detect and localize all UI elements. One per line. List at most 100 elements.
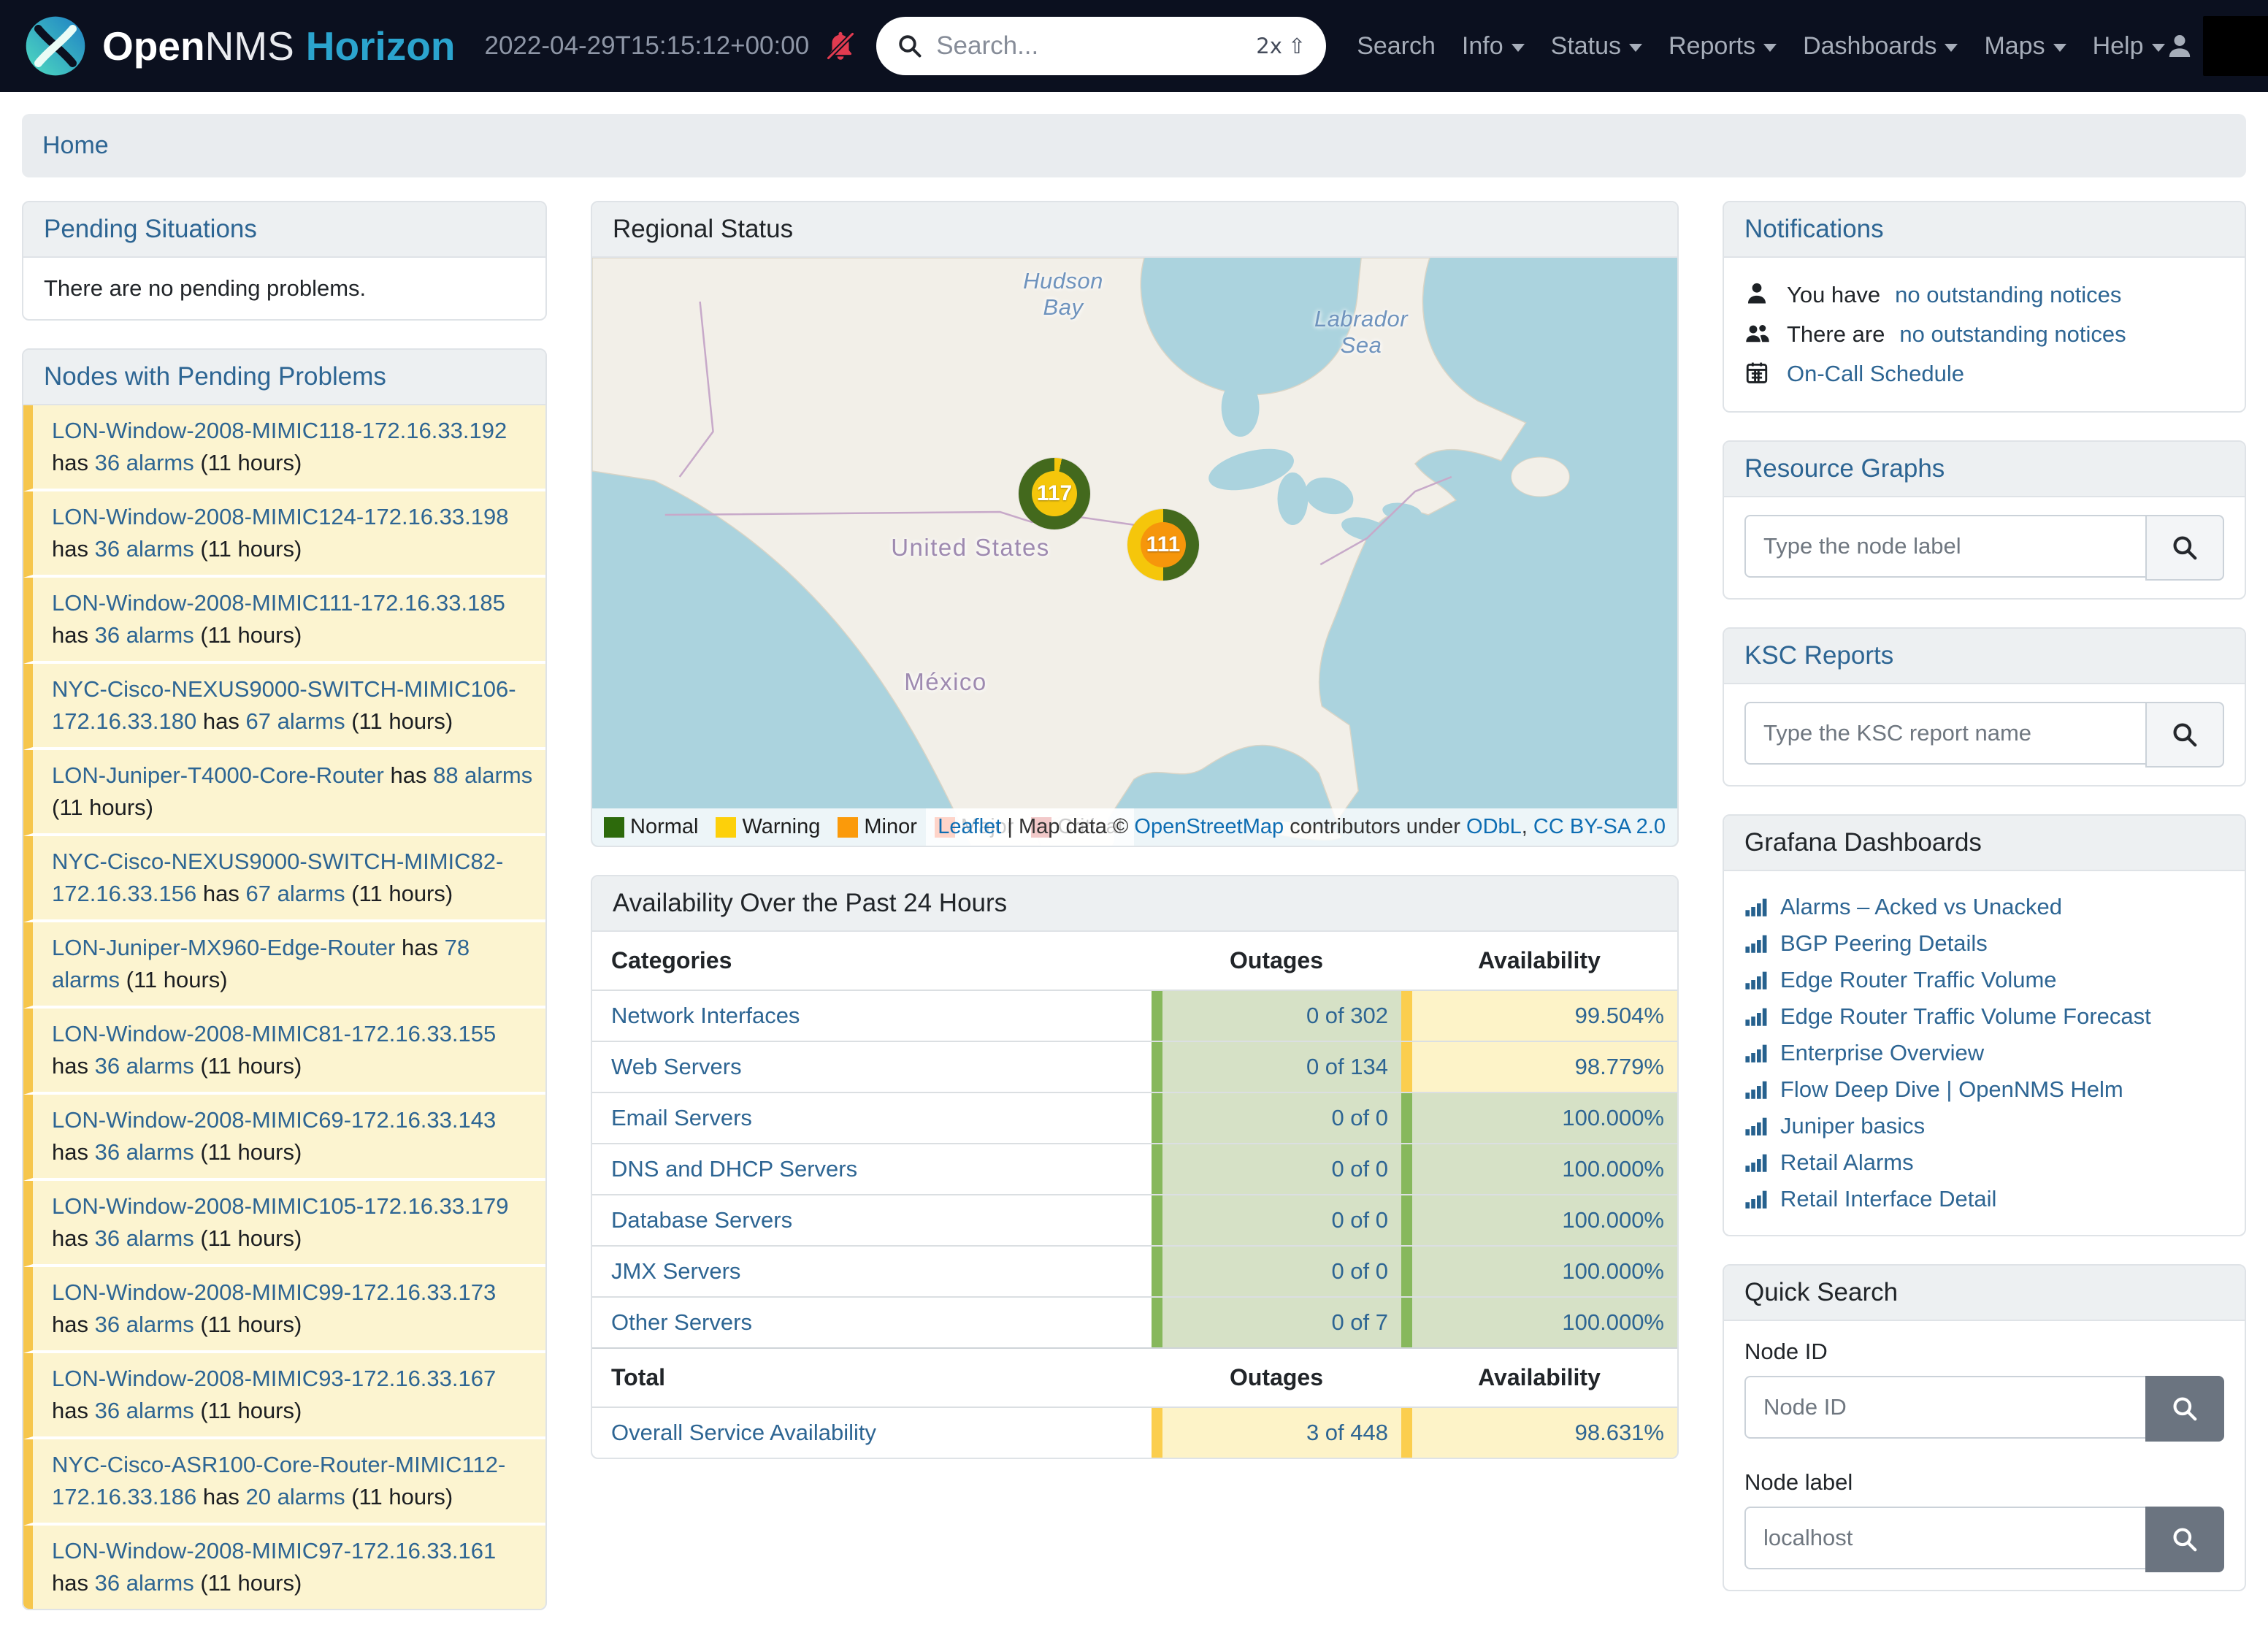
pending-node-item: LON-Juniper-T4000-Core-Router has 88 ala… bbox=[23, 750, 545, 836]
map-cluster-marker[interactable]: 111 bbox=[1127, 509, 1199, 581]
navbar-menu-item[interactable]: Reports bbox=[1669, 32, 1777, 61]
all-notices-link[interactable]: no outstanding notices bbox=[1899, 321, 2126, 348]
bell-slash-icon[interactable] bbox=[824, 29, 857, 63]
node-link[interactable]: LON-Window-2008-MIMIC97-172.16.33.161 bbox=[52, 1538, 496, 1564]
regional-status-map[interactable]: Hudson Bay Labrador Sea United States Mé… bbox=[592, 258, 1677, 846]
node-link[interactable]: LON-Window-2008-MIMIC124-172.16.33.198 bbox=[52, 504, 508, 529]
grafana-dashboard-link[interactable]: Flow Deep Dive | OpenNMS Helm bbox=[1780, 1076, 2123, 1103]
navbar-menu-item[interactable]: Help bbox=[2093, 32, 2165, 61]
alarms-link[interactable]: 67 alarms bbox=[245, 881, 345, 906]
alarms-link[interactable]: 36 alarms bbox=[95, 450, 194, 475]
your-notices-link[interactable]: no outstanding notices bbox=[1895, 282, 2121, 308]
chevron-down-icon bbox=[1945, 44, 1958, 52]
leaflet-link[interactable]: Leaflet bbox=[938, 815, 1001, 838]
ccbysa-link[interactable]: CC BY-SA 2.0 bbox=[1533, 815, 1666, 838]
pending-situations-empty: There are no pending problems. bbox=[23, 258, 545, 319]
grafana-dashboard-link[interactable]: Edge Router Traffic Volume bbox=[1780, 967, 2057, 993]
pending-node-item: NYC-Cisco-ASR100-Core-Router-MIMIC112-17… bbox=[23, 1439, 545, 1526]
node-link[interactable]: LON-Juniper-T4000-Core-Router bbox=[52, 762, 384, 788]
alarms-link[interactable]: 36 alarms bbox=[95, 1312, 194, 1337]
node-link[interactable]: LON-Window-2008-MIMIC81-172.16.33.155 bbox=[52, 1021, 496, 1046]
navbar-menu-item[interactable]: Info bbox=[1462, 32, 1525, 61]
table-row: Network Interfaces 0 of 302 99.504% bbox=[592, 990, 1677, 1041]
pending-nodes-title[interactable]: Nodes with Pending Problems bbox=[44, 362, 386, 391]
map-cluster-marker[interactable]: 117 bbox=[1019, 458, 1090, 529]
grafana-dashboard-item: Enterprise Overview bbox=[1744, 1035, 2224, 1071]
node-link[interactable]: LON-Juniper-MX960-Edge-Router bbox=[52, 935, 395, 960]
category-link[interactable]: Network Interfaces bbox=[611, 1003, 800, 1029]
bar-chart-icon bbox=[1744, 1004, 1769, 1029]
grafana-dashboard-link[interactable]: BGP Peering Details bbox=[1780, 930, 1988, 957]
ksc-reports-input[interactable] bbox=[1744, 702, 2145, 765]
outages-value: 0 of 302 bbox=[1152, 991, 1401, 1041]
alarms-link[interactable]: 36 alarms bbox=[95, 1398, 194, 1423]
username-redacted[interactable] bbox=[2203, 16, 2268, 76]
grafana-dashboard-item: Flow Deep Dive | OpenNMS Helm bbox=[1744, 1071, 2224, 1108]
breadcrumb-home-link[interactable]: Home bbox=[42, 131, 109, 159]
grafana-dashboard-link[interactable]: Edge Router Traffic Volume Forecast bbox=[1780, 1003, 2151, 1030]
node-link[interactable]: LON-Window-2008-MIMIC105-172.16.33.179 bbox=[52, 1193, 508, 1219]
alarms-link[interactable]: 20 alarms bbox=[245, 1484, 345, 1509]
grafana-dashboards-panel: Grafana Dashboards Alarms – Acked vs Una… bbox=[1723, 814, 2246, 1236]
notifications-title[interactable]: Notifications bbox=[1744, 215, 1884, 243]
osm-link[interactable]: OpenStreetMap bbox=[1134, 815, 1284, 838]
overall-availability-link[interactable]: Overall Service Availability bbox=[611, 1420, 876, 1446]
node-link[interactable]: LON-Window-2008-MIMIC118-172.16.33.192 bbox=[52, 418, 507, 443]
alarms-link[interactable]: 88 alarms bbox=[433, 762, 532, 788]
ksc-reports-search-button[interactable] bbox=[2145, 702, 2224, 768]
resource-graphs-search-button[interactable] bbox=[2145, 515, 2224, 581]
alarms-link[interactable]: 67 alarms bbox=[245, 708, 345, 734]
category-link[interactable]: Email Servers bbox=[611, 1105, 752, 1131]
user-zone: 0 0 + ⚙ ⚙ ⚙ bbox=[2165, 15, 2268, 77]
table-row-total: Overall Service Availability 3 of 448 98… bbox=[592, 1407, 1677, 1458]
availability-value: 100.000% bbox=[1401, 1144, 1677, 1194]
alarms-link[interactable]: 36 alarms bbox=[95, 1570, 194, 1596]
node-id-label: Node ID bbox=[1744, 1339, 2224, 1365]
resource-graphs-title[interactable]: Resource Graphs bbox=[1744, 454, 1945, 483]
pending-situations-title[interactable]: Pending Situations bbox=[44, 215, 257, 243]
global-search[interactable]: Search... 2x⇧ bbox=[876, 17, 1326, 75]
brand-logo[interactable]: OpenNMSHorizon bbox=[25, 15, 456, 77]
node-id-input[interactable] bbox=[1744, 1376, 2145, 1439]
category-link[interactable]: Other Servers bbox=[611, 1309, 752, 1336]
category-link[interactable]: JMX Servers bbox=[611, 1258, 740, 1285]
alarms-link[interactable]: 36 alarms bbox=[95, 622, 194, 648]
node-label-search-button[interactable] bbox=[2145, 1507, 2224, 1572]
node-label-input[interactable] bbox=[1744, 1507, 2145, 1569]
total-header-availability: Availability bbox=[1401, 1349, 1677, 1407]
quick-search-title: Quick Search bbox=[1724, 1266, 2245, 1321]
grafana-dashboards-list: Alarms – Acked vs Unacked BGP Peering De… bbox=[1724, 871, 2245, 1235]
category-link[interactable]: DNS and DHCP Servers bbox=[611, 1156, 857, 1182]
navbar-menu-item[interactable]: Maps bbox=[1984, 32, 2066, 61]
node-link[interactable]: LON-Window-2008-MIMIC111-172.16.33.185 bbox=[52, 590, 505, 616]
oncall-schedule-link[interactable]: On-Call Schedule bbox=[1787, 361, 1964, 387]
grafana-dashboard-link[interactable]: Retail Interface Detail bbox=[1780, 1186, 1996, 1212]
opennms-logo-icon bbox=[25, 15, 86, 77]
resource-graphs-input[interactable] bbox=[1744, 515, 2145, 578]
navbar-menu-item[interactable]: Dashboards bbox=[1803, 32, 1958, 61]
grafana-dashboard-link[interactable]: Retail Alarms bbox=[1780, 1149, 1914, 1176]
total-availability-value: 98.631% bbox=[1401, 1408, 1677, 1458]
alarms-link[interactable]: 36 alarms bbox=[95, 1225, 194, 1251]
navbar-menu-item[interactable]: Status bbox=[1551, 32, 1642, 61]
node-link[interactable]: LON-Window-2008-MIMIC93-172.16.33.167 bbox=[52, 1366, 496, 1391]
node-link[interactable]: LON-Window-2008-MIMIC69-172.16.33.143 bbox=[52, 1107, 496, 1133]
map-attribution: Leaflet | Map data © OpenStreetMap contr… bbox=[926, 808, 1677, 846]
category-link[interactable]: Database Servers bbox=[611, 1207, 792, 1233]
table-row: DNS and DHCP Servers 0 of 0 100.000% bbox=[592, 1143, 1677, 1194]
alarms-link[interactable]: 36 alarms bbox=[95, 1139, 194, 1165]
pending-node-item: NYC-Cisco-NEXUS9000-SWITCH-MIMIC106-172.… bbox=[23, 664, 545, 750]
alarms-link[interactable]: 36 alarms bbox=[95, 1053, 194, 1079]
outages-value: 0 of 0 bbox=[1152, 1093, 1401, 1143]
navbar-menu-item[interactable]: Search bbox=[1357, 32, 1436, 61]
node-link[interactable]: LON-Window-2008-MIMIC99-172.16.33.173 bbox=[52, 1279, 496, 1305]
grafana-dashboard-link[interactable]: Alarms – Acked vs Unacked bbox=[1780, 894, 2062, 920]
pending-node-item: LON-Window-2008-MIMIC118-172.16.33.192 h… bbox=[23, 405, 545, 491]
grafana-dashboard-link[interactable]: Juniper basics bbox=[1780, 1113, 1925, 1139]
grafana-dashboard-link[interactable]: Enterprise Overview bbox=[1780, 1040, 1984, 1066]
odbl-link[interactable]: ODbL bbox=[1466, 815, 1522, 838]
category-link[interactable]: Web Servers bbox=[611, 1054, 742, 1080]
ksc-reports-title[interactable]: KSC Reports bbox=[1744, 641, 1893, 670]
node-id-search-button[interactable] bbox=[2145, 1376, 2224, 1442]
alarms-link[interactable]: 36 alarms bbox=[95, 536, 194, 562]
